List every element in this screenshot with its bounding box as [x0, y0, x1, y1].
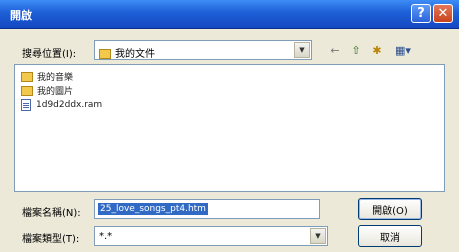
folder-icon	[99, 49, 111, 59]
list-item[interactable]: 我的圖片	[21, 84, 73, 97]
up-folder-button[interactable]: ⇧	[348, 42, 364, 58]
views-icon: ▦▾	[395, 43, 411, 57]
look-in-value: 我的文件	[115, 49, 155, 60]
look-in-label: 搜尋位置(I):	[22, 49, 77, 60]
new-folder-button[interactable]: ✱	[369, 42, 385, 58]
new-folder-icon: ✱	[372, 43, 382, 57]
chevron-down-icon[interactable]: ▼	[310, 228, 326, 244]
title-bar[interactable]: 開啟 ? ✕	[0, 0, 459, 29]
close-icon: ✕	[437, 6, 449, 21]
file-list[interactable]: 我的音樂 我的圖片 1d9d2ddx.ram	[14, 64, 445, 192]
file-type-label: 檔案類型(T):	[22, 234, 80, 245]
look-in-dropdown[interactable]: 我的文件 ▼	[94, 40, 312, 60]
list-item[interactable]: 我的音樂	[21, 70, 73, 83]
file-name: 我的音樂	[37, 73, 74, 83]
file-type-dropdown[interactable]: *.* ▼	[94, 226, 328, 246]
chevron-down-icon[interactable]: ▼	[294, 42, 310, 58]
file-name: 我的圖片	[37, 87, 74, 97]
open-button[interactable]: 開啟(O)	[358, 198, 422, 220]
file-name: 1d9d2ddx.ram	[36, 99, 103, 110]
file-name-value: 25_love_songs_pt4.htm	[98, 203, 208, 215]
file-icon	[21, 98, 31, 111]
back-arrow-icon: ←	[330, 43, 340, 57]
back-button[interactable]: ←	[328, 42, 342, 58]
views-menu-button[interactable]: ▦▾	[390, 42, 416, 58]
folder-icon	[21, 85, 33, 96]
file-name-label: 檔案名稱(N):	[22, 208, 81, 219]
cancel-button[interactable]: 取消	[358, 225, 422, 247]
folder-icon	[21, 71, 33, 82]
window-title: 開啟	[10, 9, 32, 22]
up-folder-icon: ⇧	[351, 43, 361, 57]
close-button[interactable]: ✕	[433, 4, 453, 23]
help-button[interactable]: ?	[411, 4, 431, 23]
file-name-input[interactable]: 25_love_songs_pt4.htm	[94, 199, 320, 219]
file-type-value: *.*	[99, 231, 113, 242]
list-item[interactable]: 1d9d2ddx.ram	[21, 98, 102, 111]
help-icon: ?	[417, 6, 425, 21]
